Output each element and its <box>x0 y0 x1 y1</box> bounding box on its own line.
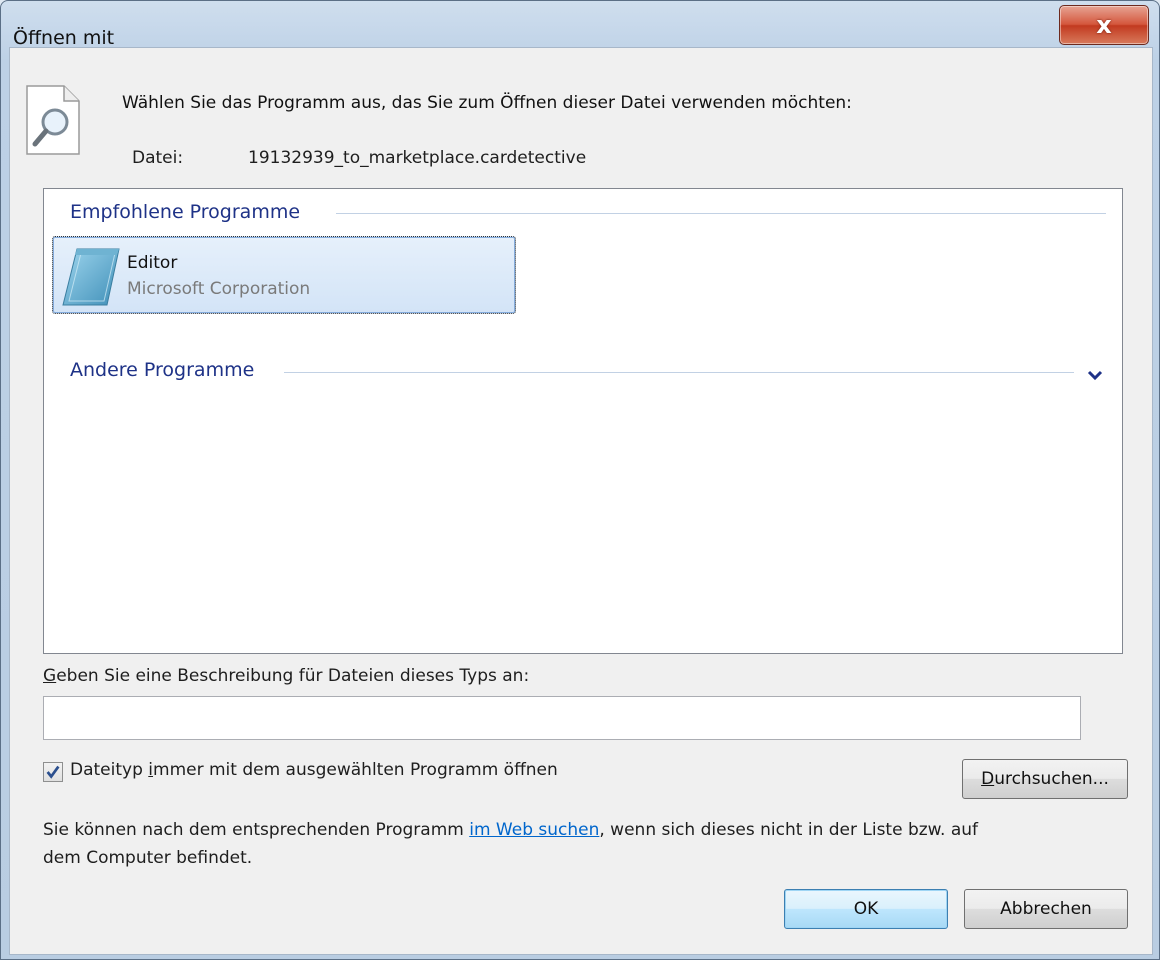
chevron-down-icon[interactable] <box>1084 367 1106 385</box>
notepad-icon <box>62 248 120 306</box>
group-header-other[interactable]: Andere Programme <box>70 359 254 383</box>
info-text-part2: , wenn sich dieses nicht in der Liste bz… <box>599 820 979 840</box>
always-open-label-part1: Dateityp <box>70 760 149 780</box>
ok-button[interactable]: OK <box>784 889 948 929</box>
program-name: Editor <box>127 253 178 273</box>
mnemonic-g: G <box>43 666 57 686</box>
window-title: Öffnen mit <box>13 27 115 49</box>
info-text: Sie können nach dem entsprechenden Progr… <box>43 820 978 840</box>
program-company: Microsoft Corporation <box>127 279 311 299</box>
file-name: 19132939_to_marketplace.cardetective <box>248 148 587 168</box>
info-text-line2: dem Computer befindet. <box>43 848 253 868</box>
group-divider <box>284 372 1074 373</box>
dialog-client-area: Wählen Sie das Programm aus, das Sie zum… <box>9 47 1153 955</box>
description-label-text: eben Sie eine Beschreibung für Dateien d… <box>56 666 530 686</box>
cancel-button[interactable]: Abbrechen <box>964 889 1128 929</box>
file-label: Datei: <box>132 148 184 168</box>
program-item-editor[interactable]: Editor Microsoft Corporation <box>52 236 516 314</box>
always-open-label[interactable]: Dateityp immer mit dem ausgewählten Prog… <box>70 760 558 780</box>
always-open-label-part2: mmer mit dem ausgewählten Programm öffne… <box>153 760 558 780</box>
mnemonic-d: D <box>981 769 995 789</box>
always-open-checkbox[interactable] <box>43 762 63 782</box>
program-list[interactable]: Empfohlene Programme Editor Microsoft Co <box>43 188 1123 654</box>
description-label: Geben Sie eine Beschreibung für Dateien … <box>43 666 529 686</box>
browse-label: urchsuchen... <box>994 769 1109 789</box>
info-text-part1: Sie können nach dem entsprechenden Progr… <box>43 820 470 840</box>
prompt-text: Wählen Sie das Programm aus, das Sie zum… <box>122 93 852 113</box>
group-divider <box>336 213 1106 214</box>
file-search-icon <box>26 85 80 155</box>
close-button[interactable]: x <box>1059 5 1149 45</box>
open-with-dialog: Öffnen mit x Wählen Sie das Programm aus… <box>0 0 1160 960</box>
description-input[interactable] <box>43 696 1081 740</box>
group-header-recommended[interactable]: Empfohlene Programme <box>70 201 300 225</box>
close-icon: x <box>1096 11 1112 39</box>
browse-button[interactable]: Durchsuchen... <box>962 759 1128 799</box>
web-search-link[interactable]: im Web suchen <box>469 820 599 840</box>
